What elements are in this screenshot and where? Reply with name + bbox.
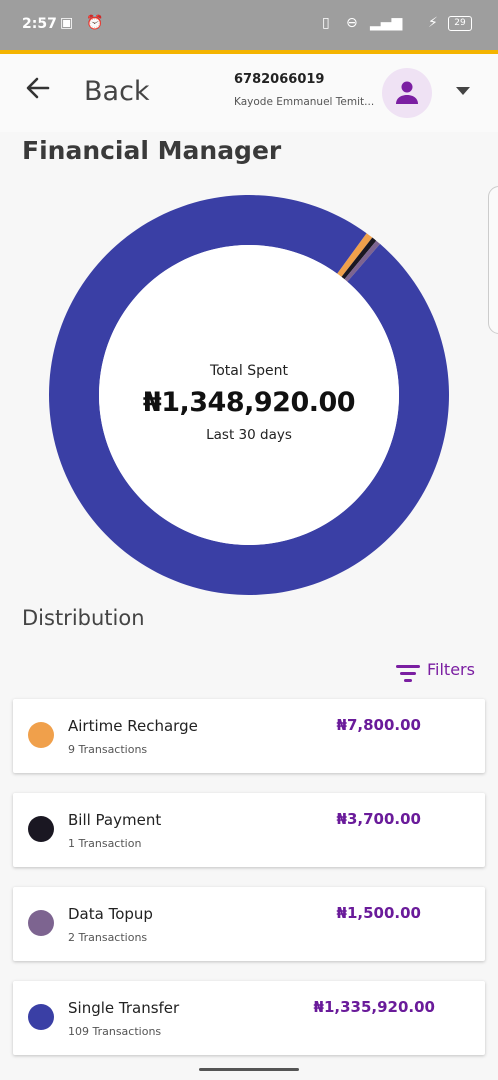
account-number: 6782066019 bbox=[234, 72, 325, 87]
category-color-dot bbox=[28, 910, 54, 936]
category-count: 1 Transaction bbox=[68, 837, 142, 850]
filters-label: Filters bbox=[427, 660, 475, 679]
category-count: 9 Transactions bbox=[68, 743, 148, 756]
vibrate-icon: ▯ bbox=[322, 15, 330, 31]
user-icon bbox=[396, 81, 418, 104]
category-card-airtime-recharge[interactable]: Airtime Recharge 9 Transactions ₦7,800.0… bbox=[13, 699, 485, 773]
do-not-disturb-icon: ⊖ bbox=[346, 15, 358, 31]
category-card-bill-payment[interactable]: Bill Payment 1 Transaction ₦3,700.00 bbox=[13, 793, 485, 867]
category-name: Airtime Recharge bbox=[68, 717, 198, 735]
avatar[interactable] bbox=[382, 68, 432, 118]
app-bar: Back 6782066019 Kayode Emmanuel Temit... bbox=[0, 54, 498, 132]
distribution-title: Distribution bbox=[22, 606, 145, 630]
category-count: 109 Transactions bbox=[68, 1025, 162, 1038]
category-color-dot bbox=[28, 816, 54, 842]
category-amount: ₦1,335,920.00 bbox=[313, 998, 435, 1016]
category-count: 2 Transactions bbox=[68, 931, 148, 944]
charging-icon: ⚡ bbox=[428, 15, 438, 31]
side-drawer-handle[interactable] bbox=[488, 186, 498, 334]
category-card-single-transfer[interactable]: Single Transfer 109 Transactions ₦1,335,… bbox=[13, 981, 485, 1055]
signal-icon: ▂▄▆ bbox=[370, 15, 403, 31]
account-name: Kayode Emmanuel Temit... bbox=[234, 96, 375, 108]
category-name: Data Topup bbox=[68, 905, 153, 923]
page-title: Financial Manager bbox=[22, 136, 282, 165]
gesture-nav-handle[interactable] bbox=[199, 1068, 299, 1071]
category-amount: ₦7,800.00 bbox=[336, 716, 421, 734]
status-time: 2:57 bbox=[22, 16, 57, 32]
filter-icon bbox=[396, 663, 422, 683]
back-button[interactable]: Back bbox=[84, 76, 150, 107]
category-color-dot bbox=[28, 1004, 54, 1030]
account-dropdown-icon[interactable] bbox=[456, 87, 470, 95]
status-bar: 2:57 ▣ ⏰ ▯ ⊖ ▂▄▆ ⚡ 29 bbox=[0, 0, 498, 50]
category-name: Bill Payment bbox=[68, 811, 162, 829]
notification-icon: ▣ bbox=[60, 15, 74, 31]
category-card-data-topup[interactable]: Data Topup 2 Transactions ₦1,500.00 bbox=[13, 887, 485, 961]
category-name: Single Transfer bbox=[68, 999, 180, 1017]
category-amount: ₦3,700.00 bbox=[336, 810, 421, 828]
donut-hole bbox=[99, 245, 399, 545]
category-amount: ₦1,500.00 bbox=[336, 904, 421, 922]
back-arrow-icon[interactable] bbox=[24, 74, 52, 109]
category-color-dot bbox=[28, 722, 54, 748]
battery-icon: 29 bbox=[448, 16, 472, 31]
spending-donut-chart bbox=[49, 195, 449, 595]
alarm-icon: ⏰ bbox=[86, 15, 104, 31]
